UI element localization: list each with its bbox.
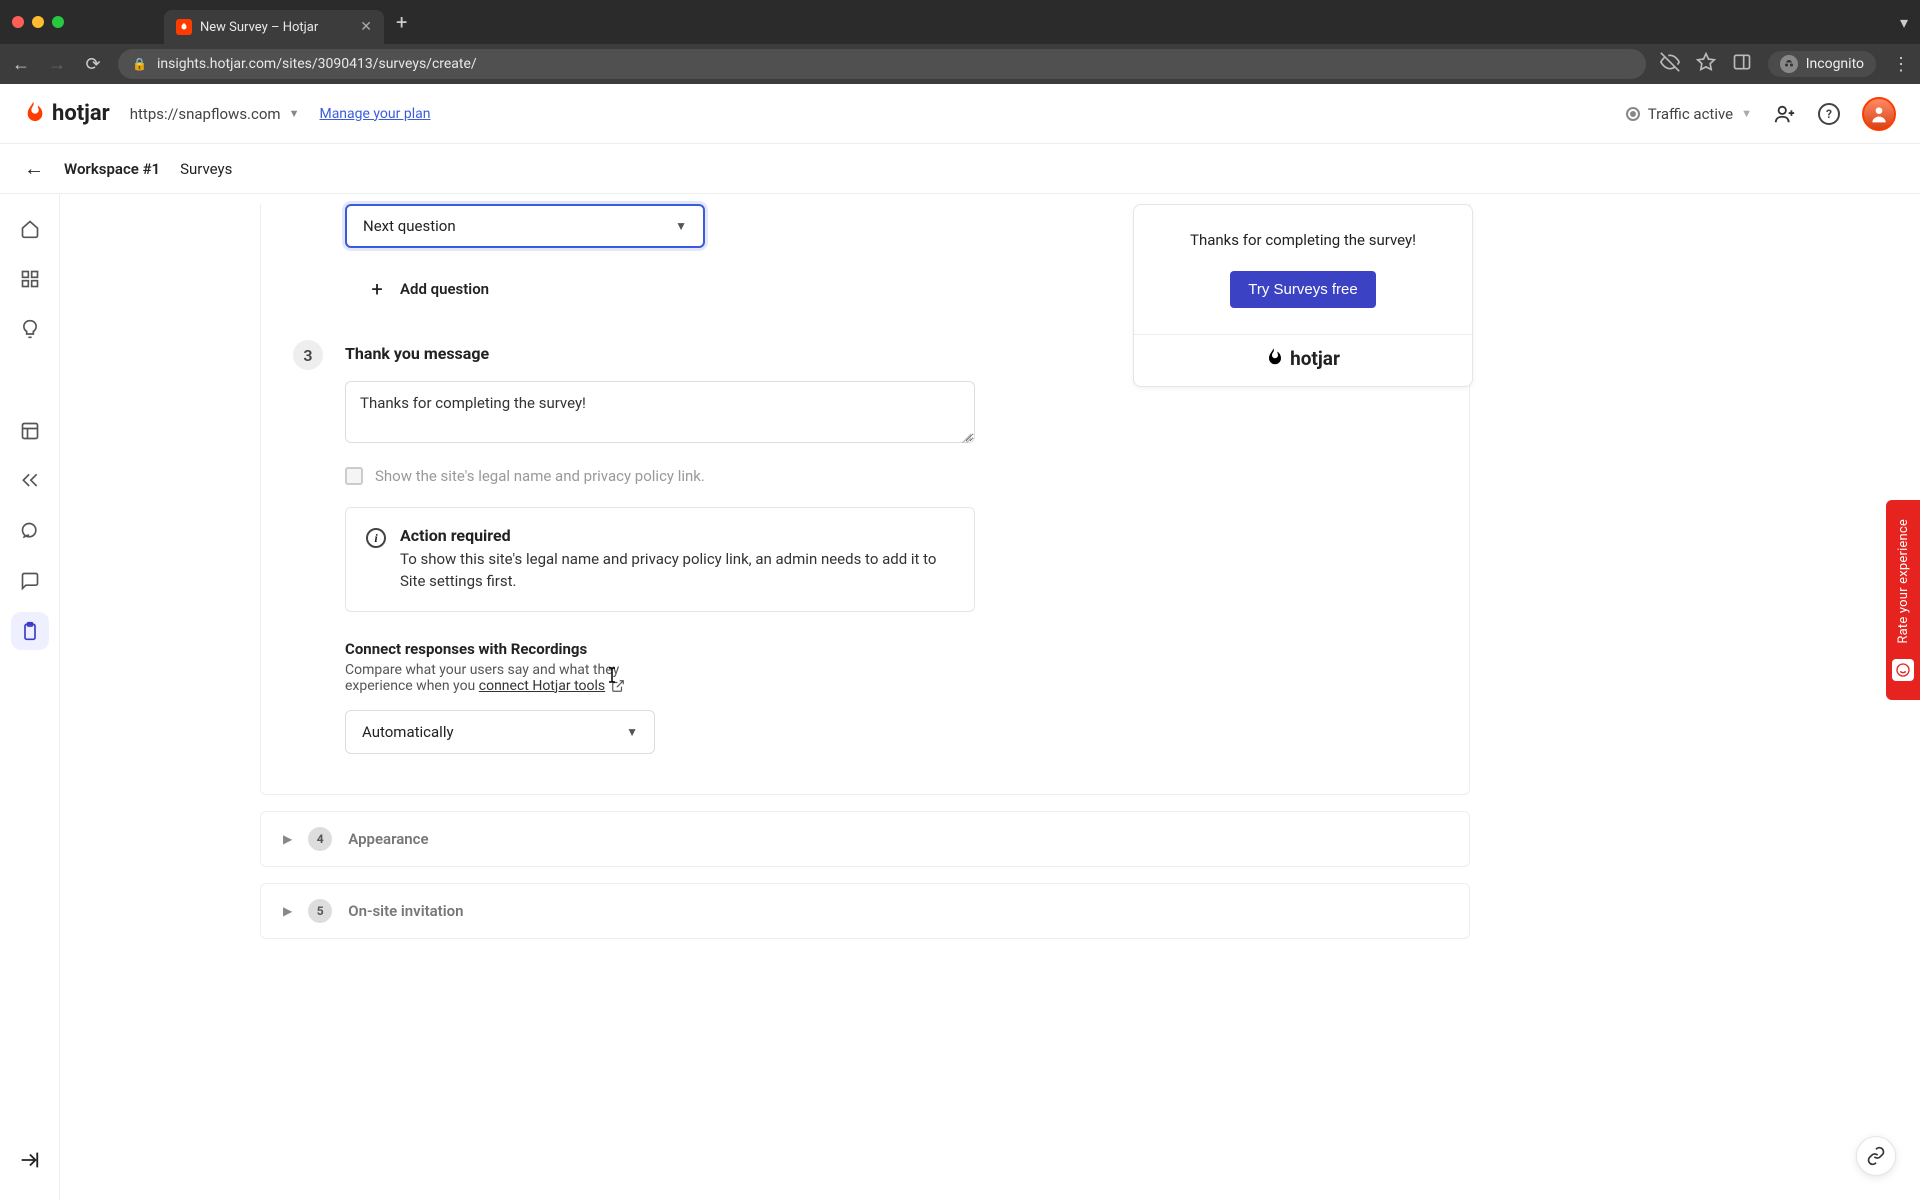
chevron-down-icon: ▼ <box>675 219 687 233</box>
flame-icon <box>1266 347 1284 370</box>
rate-experience-label: Rate your experience <box>1896 519 1911 644</box>
flame-icon <box>24 100 46 128</box>
workspace-name[interactable]: Workspace #1 <box>64 160 160 178</box>
nav-highlights-icon[interactable] <box>11 310 49 348</box>
minimize-window-icon[interactable] <box>32 16 44 28</box>
nav-chat-icon[interactable] <box>11 562 49 600</box>
eye-off-icon[interactable] <box>1660 52 1680 76</box>
step-number-badge: 5 <box>308 899 332 923</box>
back-arrow-icon[interactable]: ← <box>24 156 44 181</box>
connect-recordings-desc: Compare what your users say and what the… <box>345 662 660 694</box>
recordings-mode-dropdown[interactable]: Automatically ▼ <box>345 710 655 754</box>
browser-tab-strip: New Survey – Hotjar ✕ + ▾ <box>0 0 1920 44</box>
app-header: hotjar https://snapflows.com ▼ Manage yo… <box>0 84 1920 144</box>
nav-dashboard-icon[interactable] <box>11 260 49 298</box>
chevron-down-icon: ▼ <box>289 107 300 120</box>
nav-surveys-icon[interactable] <box>11 612 49 650</box>
section-label: On-site invitation <box>348 902 463 920</box>
dropdown-value: Next question <box>363 217 456 235</box>
incognito-indicator[interactable]: Incognito <box>1768 51 1876 77</box>
nav-rail <box>0 194 60 1200</box>
window-controls <box>12 16 64 28</box>
privacy-checkbox-row[interactable]: Show the site's legal name and privacy p… <box>345 467 1429 485</box>
new-tab-button[interactable]: + <box>396 10 407 34</box>
invite-user-icon[interactable] <box>1774 103 1796 125</box>
url-text: insights.hotjar.com/sites/3090413/survey… <box>157 56 477 72</box>
chevron-down-icon: ▼ <box>1741 107 1752 120</box>
favicon-icon <box>176 19 192 35</box>
help-icon[interactable]: ? <box>1818 103 1840 125</box>
incognito-icon <box>1780 55 1798 73</box>
callout-body: To show this site's legal name and priva… <box>400 549 954 593</box>
text-cursor-icon <box>605 666 619 684</box>
preview-footer: hotjar <box>1134 334 1472 386</box>
nav-feedback-icon[interactable] <box>11 512 49 550</box>
traffic-status-label: Traffic active <box>1648 105 1733 123</box>
profile-avatar[interactable] <box>1862 97 1896 131</box>
nav-heatmaps-icon[interactable] <box>11 412 49 450</box>
brand-text: hotjar <box>52 101 110 126</box>
try-surveys-free-button[interactable]: Try Surveys free <box>1230 271 1375 308</box>
dropdown-value: Automatically <box>362 723 454 741</box>
nav-home-icon[interactable] <box>11 210 49 248</box>
breadcrumb: ← Workspace #1 Surveys <box>0 144 1920 194</box>
checkbox-icon[interactable] <box>345 467 363 485</box>
browser-menu-icon[interactable]: ⋮ <box>1892 54 1910 75</box>
connect-hotjar-tools-link[interactable]: connect Hotjar tools <box>479 678 605 694</box>
section-label: Appearance <box>348 830 428 848</box>
preview-brand: hotjar <box>1290 347 1340 370</box>
forward-button: → <box>46 54 68 75</box>
step-number-badge: 4 <box>308 827 332 851</box>
chevron-right-icon: ▶ <box>283 904 292 918</box>
smile-icon <box>1892 659 1914 681</box>
incognito-label: Incognito <box>1806 56 1864 72</box>
hotjar-logo[interactable]: hotjar <box>24 100 110 128</box>
back-button[interactable]: ← <box>10 54 32 75</box>
close-tab-icon[interactable]: ✕ <box>360 19 372 35</box>
add-question-label: Add question <box>400 280 489 298</box>
traffic-status-dropdown[interactable]: Traffic active ▼ <box>1626 105 1752 123</box>
next-question-dropdown[interactable]: Next question ▼ <box>345 204 705 248</box>
maximize-window-icon[interactable] <box>52 16 64 28</box>
browser-toolbar: ← → ⟳ 🔒 insights.hotjar.com/sites/309041… <box>0 44 1920 84</box>
onsite-invitation-section[interactable]: ▶ 5 On-site invitation <box>260 883 1470 939</box>
breadcrumb-section[interactable]: Surveys <box>180 160 232 178</box>
browser-tab[interactable]: New Survey – Hotjar ✕ <box>164 10 384 44</box>
step-number-badge: 3 <box>293 340 323 370</box>
bookmark-star-icon[interactable] <box>1696 52 1716 76</box>
manage-plan-link[interactable]: Manage your plan <box>319 106 430 122</box>
address-bar[interactable]: 🔒 insights.hotjar.com/sites/3090413/surv… <box>118 49 1646 79</box>
info-icon: i <box>366 528 386 548</box>
reload-button[interactable]: ⟳ <box>82 54 104 75</box>
nav-recordings-icon[interactable] <box>11 462 49 500</box>
rate-experience-tab[interactable]: Rate your experience <box>1886 500 1920 700</box>
traffic-dot-icon <box>1626 107 1640 121</box>
connect-recordings-title: Connect responses with Recordings <box>345 640 1429 658</box>
thank-you-textarea[interactable] <box>345 381 975 443</box>
callout-title: Action required <box>400 526 954 545</box>
tab-overflow-icon[interactable]: ▾ <box>1900 13 1908 32</box>
chevron-down-icon: ▼ <box>626 725 638 739</box>
expand-nav-button[interactable] <box>18 1149 40 1176</box>
lock-icon: 🔒 <box>132 57 147 71</box>
close-window-icon[interactable] <box>12 16 24 28</box>
site-url: https://snapflows.com <box>130 105 281 123</box>
preview-message: Thanks for completing the survey! <box>1154 231 1452 249</box>
privacy-checkbox-label: Show the site's legal name and privacy p… <box>375 467 705 485</box>
action-required-callout: i Action required To show this site's le… <box>345 507 975 612</box>
side-panel-icon[interactable] <box>1732 52 1752 76</box>
tab-title: New Survey – Hotjar <box>200 20 318 35</box>
chevron-right-icon: ▶ <box>283 832 292 846</box>
appearance-section[interactable]: ▶ 4 Appearance <box>260 811 1470 867</box>
site-selector[interactable]: https://snapflows.com ▼ <box>130 105 300 123</box>
survey-preview-card: Thanks for completing the survey! Try Su… <box>1133 204 1473 387</box>
share-link-button[interactable] <box>1856 1136 1896 1176</box>
plus-icon: + <box>366 278 388 300</box>
